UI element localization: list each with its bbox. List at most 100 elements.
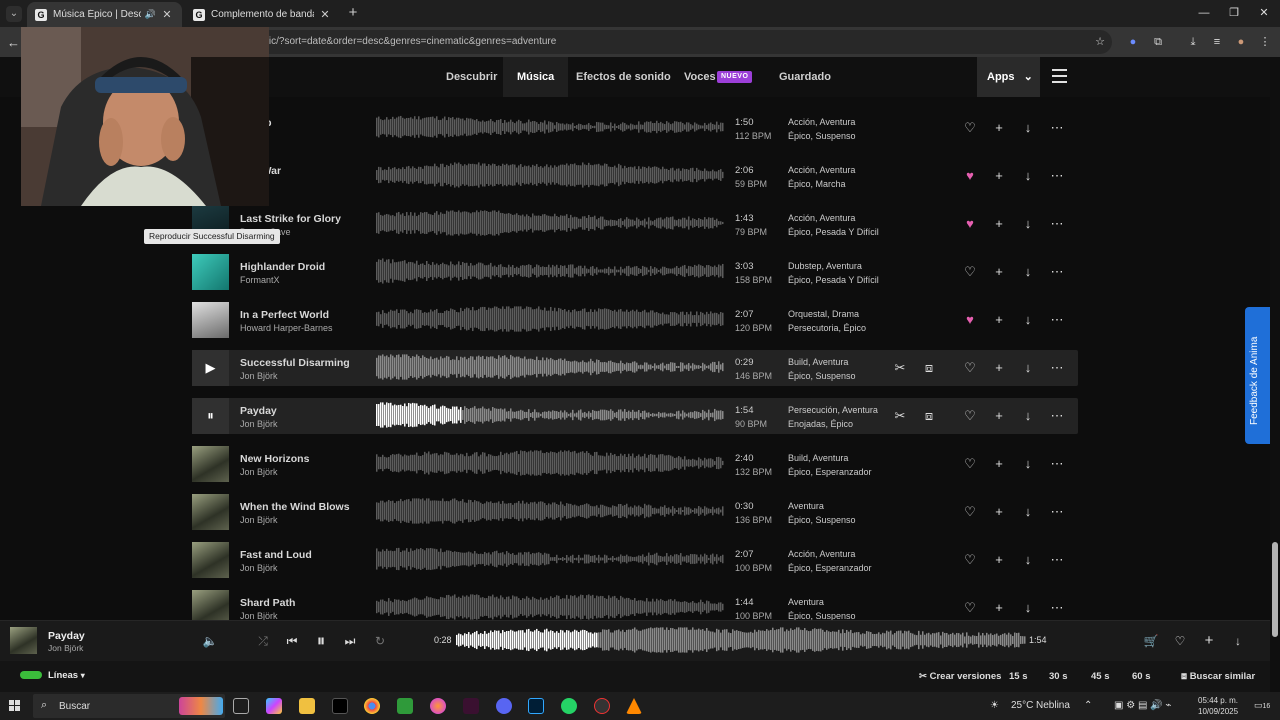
track-genres[interactable]: Acción, Aventura: [788, 549, 855, 559]
version-45s[interactable]: 45 s: [1091, 671, 1110, 682]
add-icon[interactable]: +: [991, 504, 1007, 520]
heart-icon[interactable]: ♡: [962, 504, 978, 520]
scissors-icon[interactable]: ✂: [892, 360, 908, 376]
track-artist[interactable]: Jon Björk: [240, 611, 278, 620]
download-icon[interactable]: ↓: [1020, 216, 1036, 232]
track-title[interactable]: New Horizons: [240, 453, 309, 465]
obs-icon[interactable]: [594, 698, 610, 714]
tab-complemento[interactable]: G Complemento de bandas sonoras ✕: [185, 2, 340, 27]
more-icon[interactable]: ⋯: [1049, 216, 1065, 232]
windows-start-icon[interactable]: [9, 700, 21, 712]
more-icon[interactable]: ⋯: [1049, 504, 1065, 520]
version-30s[interactable]: 30 s: [1049, 671, 1068, 682]
track-title[interactable]: Last Strike for Glory: [240, 213, 341, 225]
track-moods[interactable]: Épico, Suspenso: [788, 131, 856, 141]
track-title[interactable]: Payday: [240, 405, 277, 417]
hamburger-menu-icon[interactable]: [1052, 69, 1067, 83]
heart-icon[interactable]: ♥: [962, 168, 978, 184]
discord-icon[interactable]: [496, 698, 512, 714]
browser-menu-icon[interactable]: ⋮: [1258, 35, 1272, 49]
track-moods[interactable]: Épico, Suspenso: [788, 371, 856, 381]
scissors-icon[interactable]: ✂: [892, 408, 908, 424]
tiktok-icon[interactable]: [332, 698, 348, 714]
download-icon[interactable]: ↓: [1020, 552, 1036, 568]
track-genres[interactable]: Dubstep, Aventura: [788, 261, 862, 271]
track-waveform[interactable]: [376, 546, 724, 574]
player-title[interactable]: Payday: [48, 630, 85, 642]
chrome-icon[interactable]: [364, 698, 380, 714]
track-row[interactable]: Shard Path Jon Björk 1:44 100 BPM Aventura Ép…: [192, 590, 1078, 620]
track-artist[interactable]: Jon Björk: [240, 419, 278, 429]
tab-list-button[interactable]: ⌄: [6, 6, 22, 22]
track-genres[interactable]: Acción, Aventura: [788, 117, 855, 127]
track-moods[interactable]: Enojadas, Épico: [788, 419, 853, 429]
copilot-icon[interactable]: [266, 698, 282, 714]
track-artist[interactable]: Jon Björk: [240, 371, 278, 381]
heart-icon[interactable]: ♡: [962, 264, 978, 280]
app-icon[interactable]: [463, 698, 479, 714]
more-icon[interactable]: ⋯: [1049, 264, 1065, 280]
track-moods[interactable]: Épico, Esperanzador: [788, 563, 872, 573]
download-icon[interactable]: ↓: [1020, 264, 1036, 280]
track-waveform[interactable]: [376, 450, 724, 478]
bookmark-star-icon[interactable]: ☆: [1093, 35, 1107, 49]
heart-icon[interactable]: ♡: [962, 600, 978, 616]
player-thumbnail[interactable]: [10, 627, 37, 654]
track-moods[interactable]: Persecutoria, Épico: [788, 323, 866, 333]
track-moods[interactable]: Épico, Pesada Y Difícil: [788, 227, 879, 237]
profile-avatar[interactable]: ●: [1234, 35, 1248, 49]
track-thumbnail[interactable]: [192, 494, 229, 530]
track-row[interactable]: New Horizons Jon Björk 2:40 132 BPM Build, A…: [192, 446, 1078, 482]
apps-dropdown[interactable]: Apps ⌄: [977, 57, 1040, 97]
page-scrollbar[interactable]: [1270, 57, 1280, 692]
heart-icon[interactable]: ♡: [962, 552, 978, 568]
track-title[interactable]: When the Wind Blows: [240, 501, 350, 513]
track-genres[interactable]: Aventura: [788, 501, 824, 511]
download-icon[interactable]: ↓: [1020, 312, 1036, 328]
tray-app-icons[interactable]: ▣ ⚙ ▤ 🔊 ⌁: [1114, 700, 1171, 711]
track-artist[interactable]: Howard Harper-Barnes: [240, 323, 333, 333]
heart-icon[interactable]: ♡: [962, 408, 978, 424]
firefox-icon[interactable]: [430, 698, 446, 714]
file-explorer-icon[interactable]: [299, 698, 315, 714]
cart-icon[interactable]: 🛒: [1143, 633, 1159, 649]
close-tab-icon[interactable]: ✕: [318, 8, 332, 21]
track-waveform[interactable]: [376, 114, 724, 142]
track-moods[interactable]: Épico, Marcha: [788, 179, 846, 189]
track-row[interactable]: When the Wind Blows Jon Björk 0:30 136 BPM A…: [192, 494, 1078, 530]
track-row[interactable]: Fast and Loud Jon Björk 2:07 100 BPM Acción,…: [192, 542, 1078, 578]
previous-icon[interactable]: ⏮: [284, 633, 300, 649]
version-60s[interactable]: 60 s: [1132, 671, 1151, 682]
track-thumbnail[interactable]: [192, 446, 229, 482]
weather-desc[interactable]: Neblina: [1036, 700, 1070, 711]
track-row[interactable]: ...e Up...rk1:50112 BPMAcción, AventuraÉ…: [192, 110, 1078, 146]
track-waveform[interactable]: [376, 258, 724, 286]
vlc-icon[interactable]: [626, 698, 642, 714]
track-genres[interactable]: Acción, Aventura: [788, 213, 855, 223]
heart-icon[interactable]: ♡: [962, 456, 978, 472]
lines-dropdown[interactable]: Líneas ▾: [20, 670, 85, 681]
photoshop-icon[interactable]: [528, 698, 544, 714]
player-waveform[interactable]: [456, 627, 1026, 655]
track-row[interactable]: ⏸ Payday Jon Björk 1:54 90 BPM Persecución, A…: [192, 398, 1078, 434]
find-similar-icon[interactable]: ⧈: [921, 408, 937, 424]
weather-icon[interactable]: ☀: [990, 700, 999, 711]
track-waveform[interactable]: [376, 306, 724, 334]
add-icon[interactable]: +: [991, 120, 1007, 136]
pause-icon[interactable]: ⏸: [313, 632, 329, 649]
speaker-icon[interactable]: 🔊: [145, 9, 156, 20]
track-row[interactable]: ▶ Successful Disarming Jon Björk 0:29 146 BP…: [192, 350, 1078, 386]
add-icon[interactable]: +: [991, 600, 1007, 616]
download-icon[interactable]: ⤓: [1186, 35, 1200, 49]
track-genres[interactable]: Build, Aventura: [788, 453, 848, 463]
taskbar-search[interactable]: ⌕ Buscar: [33, 694, 225, 718]
tab-musica-epico[interactable]: G Música Épico | Descarga sin 🔊 ✕: [27, 2, 182, 27]
version-15s[interactable]: 15 s: [1009, 671, 1028, 682]
minimize-icon[interactable]: —: [1196, 5, 1212, 21]
download-icon[interactable]: ↓: [1020, 360, 1036, 376]
more-icon[interactable]: ⋯: [1049, 600, 1065, 616]
close-tab-icon[interactable]: ✕: [160, 8, 174, 21]
more-icon[interactable]: ⋯: [1049, 408, 1065, 424]
nav-voces[interactable]: Voces: [684, 57, 716, 97]
track-genres[interactable]: Build, Aventura: [788, 357, 848, 367]
